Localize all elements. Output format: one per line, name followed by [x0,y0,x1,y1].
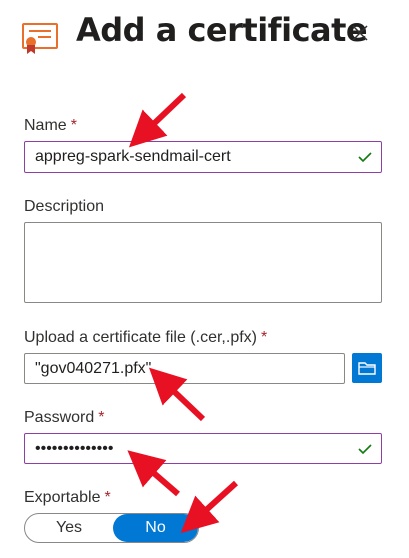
upload-label: Upload a certificate file (.cer,.pfx) * [24,329,268,346]
name-value: appreg-spark-sendmail-cert [35,148,231,165]
password-field[interactable]: •••••••••••••• [24,433,382,464]
close-button[interactable] [345,18,375,48]
certificate-icon [21,18,61,58]
name-label: Name * [24,117,77,134]
password-value: •••••••••••••• [35,439,114,457]
exportable-toggle[interactable]: Yes No [24,513,199,543]
upload-file-field[interactable]: "gov040271.pfx" [24,353,345,384]
arrow-to-no-option [180,480,239,534]
upload-file-value: "gov040271.pfx" [35,359,152,377]
name-field[interactable]: appreg-spark-sendmail-cert [24,141,382,173]
close-icon [352,25,368,41]
description-field[interactable] [24,222,382,303]
description-label: Description [24,198,105,215]
exportable-yes-option[interactable]: Yes [25,514,113,542]
exportable-label: Exportable * [24,489,111,506]
page-title: Add a certificate [76,11,368,49]
folder-icon [358,362,376,375]
arrow-to-upload [148,367,206,422]
browse-file-button[interactable] [352,353,382,383]
password-label: Password * [24,409,105,426]
arrow-to-name [128,92,187,148]
checkmark-icon [358,152,372,163]
exportable-no-option[interactable]: No [113,514,198,542]
arrow-to-password [127,450,180,497]
checkmark-icon [358,443,372,454]
